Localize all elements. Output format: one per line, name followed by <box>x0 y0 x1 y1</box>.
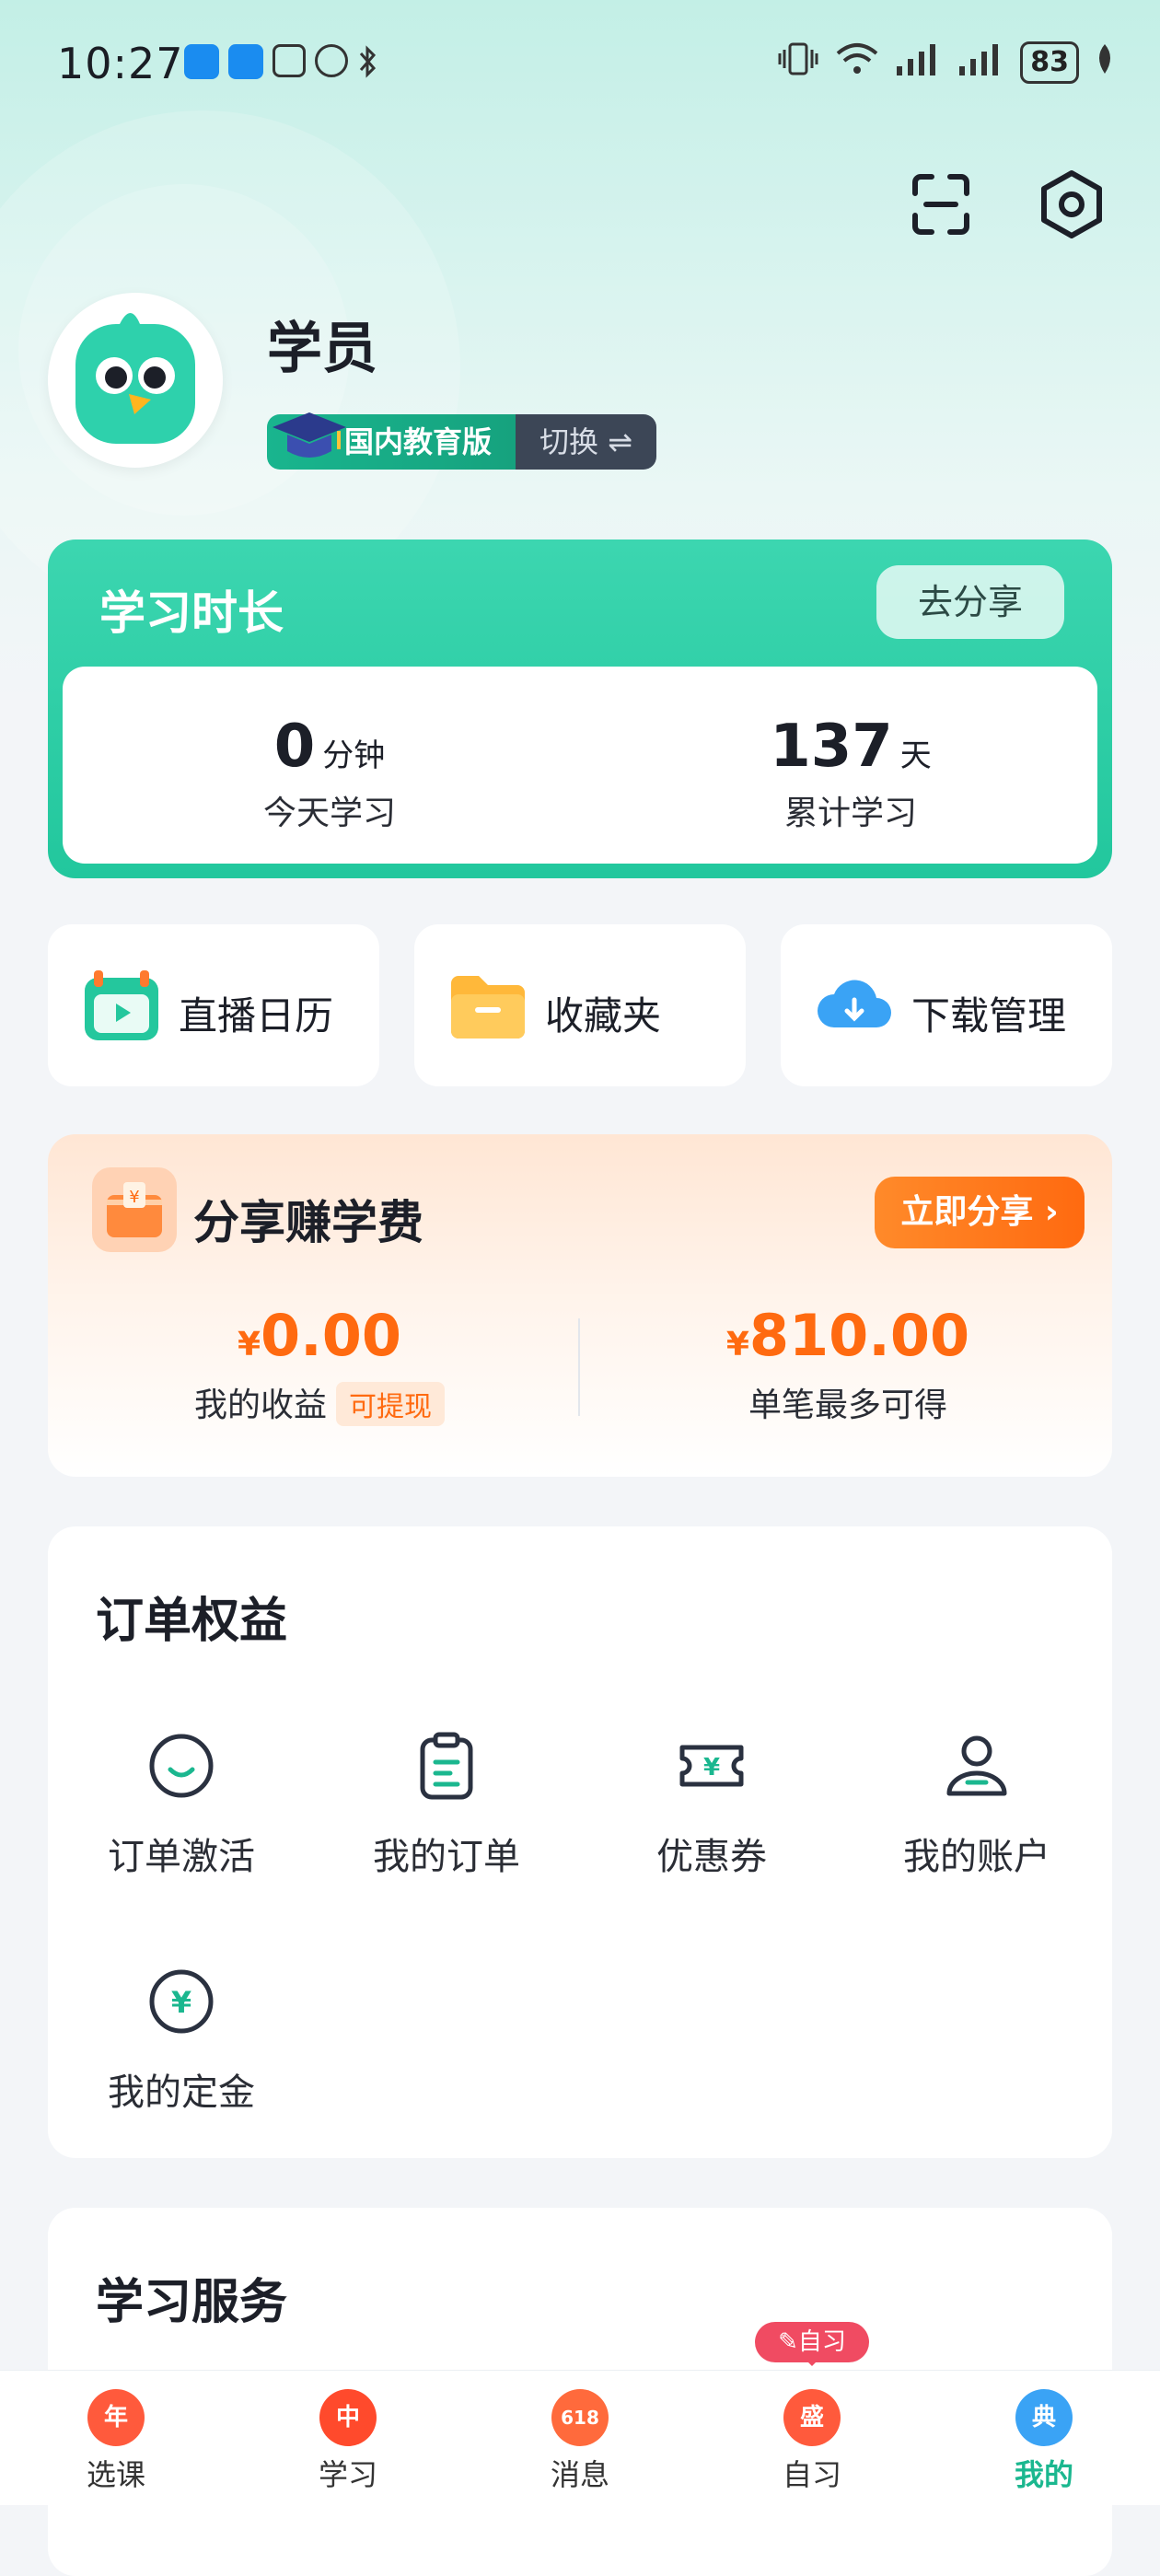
mine-icon: 典 <box>1015 2389 1073 2446</box>
wifi-icon <box>834 41 880 85</box>
my-account-label: 我的账户 <box>903 1836 1050 1878</box>
currency-symbol: ¥ <box>725 1326 749 1363</box>
status-bar: 10:27 83 <box>0 0 1160 129</box>
max-earnings: ¥810.00 单笔最多可得 <box>632 1302 1064 1426</box>
message-notification-icon <box>228 44 263 79</box>
orders-section-title: 订单权益 <box>96 1594 288 1649</box>
download-manager-label: 下载管理 <box>911 993 1067 1039</box>
battery-indicator: 83 <box>1020 41 1079 84</box>
currency-symbol: ¥ <box>237 1326 261 1363</box>
svg-text:¥: ¥ <box>129 1188 139 1207</box>
nfc-icon <box>273 44 306 77</box>
favorites-tile[interactable]: 收藏夹 <box>414 924 746 1086</box>
bottom-nav: 年 选课 中 学习 618 消息 盛 自习 典 我的 <box>0 2370 1160 2505</box>
app-notification-icon <box>184 44 219 79</box>
coupons-label: 优惠券 <box>656 1836 767 1878</box>
nav-messages[interactable]: 618 消息 <box>506 2389 654 2494</box>
bluetooth-icon <box>357 44 377 79</box>
scan-button[interactable] <box>902 166 980 243</box>
nav-self-study[interactable]: 盛 自习 <box>738 2389 886 2494</box>
total-study-label: 累计学习 <box>783 795 917 832</box>
my-orders-item[interactable]: 我的订单 <box>313 1729 580 1880</box>
my-income[interactable]: ¥0.00 我的收益 可提现 <box>103 1302 536 1426</box>
max-earnings-label: 单笔最多可得 <box>748 1387 947 1424</box>
nav-mine[interactable]: 典 我的 <box>970 2389 1118 2494</box>
switch-edition-button[interactable]: 切换 ⇌ <box>516 414 657 470</box>
nav-mine-label: 我的 <box>1014 2457 1073 2492</box>
signal-icon <box>957 41 1005 85</box>
my-income-label: 我的收益 <box>193 1387 327 1424</box>
leaf-icon <box>1094 42 1116 83</box>
avatar[interactable] <box>48 293 223 468</box>
today-study-stat: 0 分钟 今天学习 <box>145 713 514 834</box>
signal-icon <box>895 41 943 85</box>
treasure-box-icon: ¥ <box>92 1167 177 1252</box>
alarm-icon <box>315 44 348 77</box>
user-icon <box>946 1735 1007 1796</box>
nav-self-study-label: 自习 <box>782 2457 841 2492</box>
go-share-button[interactable]: 去分享 <box>876 565 1064 639</box>
svg-text:¥: ¥ <box>171 1985 191 2020</box>
svg-text:¥: ¥ <box>703 1754 720 1781</box>
courses-icon: 年 <box>87 2389 145 2446</box>
share-now-button[interactable]: 立即分享 › <box>875 1177 1085 1248</box>
my-account-item[interactable]: 我的账户 <box>843 1729 1110 1880</box>
order-activation-item[interactable]: 订单激活 <box>48 1729 315 1880</box>
total-study-unit: 天 <box>899 737 932 774</box>
order-activation-label: 订单激活 <box>108 1836 255 1878</box>
my-deposit-item[interactable]: ¥ 我的定金 <box>48 1965 315 2116</box>
share-earn-card: ¥ 分享赚学费 立即分享 › ¥0.00 我的收益 可提现 ¥810.00 单笔最… <box>48 1134 1112 1477</box>
coupon-icon: ¥ <box>679 1745 744 1787</box>
total-study-value: 137 <box>770 713 893 781</box>
orders-benefits-card: 订单权益 订单激活 我的订单 ¥ 优惠券 我的账户 ¥ 我的定金 <box>48 1526 1112 2158</box>
nav-courses[interactable]: 年 选课 <box>42 2389 190 2494</box>
self-study-icon: 盛 <box>783 2389 841 2446</box>
folder-icon <box>451 976 525 1039</box>
bird-mascot-icon <box>75 313 195 444</box>
nav-study-label: 学习 <box>318 2457 377 2492</box>
messages-icon: 618 <box>551 2389 609 2446</box>
my-income-value: 0.00 <box>261 1302 402 1369</box>
yuan-coin-icon: ¥ <box>149 1969 214 2034</box>
status-time: 10:27 <box>57 39 184 88</box>
download-manager-tile[interactable]: 下载管理 <box>781 924 1112 1086</box>
coupons-item[interactable]: ¥ 优惠券 <box>578 1729 845 1880</box>
my-deposit-label: 我的定金 <box>108 2071 255 2114</box>
max-earnings-value: 810.00 <box>748 1302 970 1369</box>
live-calendar-tile[interactable]: 直播日历 <box>48 924 379 1086</box>
scan-icon <box>912 174 969 235</box>
nav-messages-label: 消息 <box>550 2457 609 2492</box>
settings-button[interactable] <box>1033 166 1110 243</box>
study-icon: 中 <box>319 2389 377 2446</box>
study-time-title: 学习时长 <box>99 586 284 640</box>
notification-icons <box>184 44 377 79</box>
calendar-icon <box>85 970 158 1040</box>
username: 学员 <box>267 317 377 381</box>
favorites-label: 收藏夹 <box>545 993 662 1039</box>
withdraw-badge: 可提现 <box>336 1382 445 1426</box>
divider <box>578 1318 580 1416</box>
vibrate-icon <box>777 41 819 85</box>
my-orders-label: 我的订单 <box>373 1836 520 1878</box>
system-status: 83 <box>777 41 1116 85</box>
share-earn-title: 分享赚学费 <box>193 1196 423 1249</box>
today-study-unit: 分钟 <box>322 737 386 774</box>
clipboard-icon <box>420 1732 473 1800</box>
smile-icon <box>149 1734 214 1798</box>
graduation-cap-icon <box>273 412 346 458</box>
today-study-value: 0 <box>273 713 316 781</box>
total-study-stat: 137 天 累计学习 <box>667 713 1035 834</box>
study-stats: 0 分钟 今天学习 137 天 累计学习 <box>63 667 1097 864</box>
self-study-badge: ✎自习 <box>755 2322 869 2366</box>
nav-courses-label: 选课 <box>86 2457 145 2492</box>
settings-icon <box>1041 170 1102 238</box>
cloud-download-icon <box>818 980 891 1027</box>
today-study-label: 今天学习 <box>262 795 396 832</box>
study-time-card: 学习时长 去分享 0 分钟 今天学习 137 天 累计学习 <box>48 540 1112 878</box>
nav-study[interactable]: 中 学习 <box>274 2389 422 2494</box>
live-calendar-label: 直播日历 <box>179 993 334 1039</box>
services-section-title: 学习服务 <box>96 2275 288 2330</box>
